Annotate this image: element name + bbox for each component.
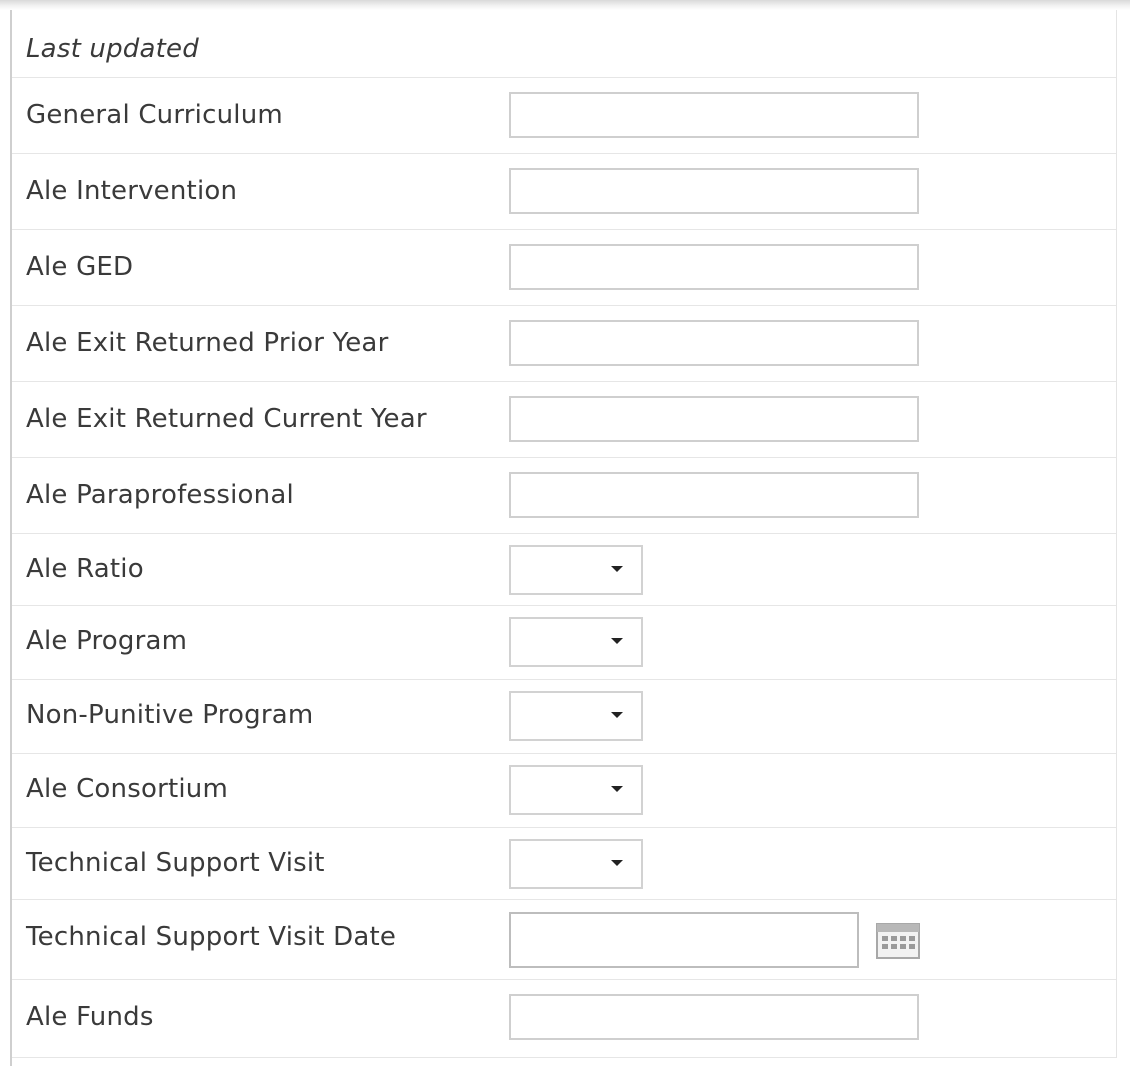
- field-row-ale-consortium: Ale Consortium: [12, 754, 1116, 828]
- field-row-technical-support-visit: Technical Support Visit: [12, 828, 1116, 900]
- field-label: General Curriculum: [26, 100, 283, 130]
- field-label: Ale Intervention: [26, 176, 238, 206]
- field-row-technical-support-visit-date: Technical Support Visit Date: [12, 900, 1116, 980]
- field-label: Ale Funds: [26, 1002, 154, 1032]
- field-label: Ale Exit Returned Current Year: [26, 404, 427, 434]
- chevron-down-icon: [611, 712, 623, 718]
- field-label: Ale Paraprofessional: [26, 480, 294, 510]
- field-row-non-punitive-program: Non-Punitive Program: [12, 680, 1116, 754]
- ale-ratio-select[interactable]: [509, 545, 643, 595]
- ale-details-form: Last updated General Curriculum Ale Inte…: [12, 10, 1117, 1058]
- field-label: Technical Support Visit: [26, 848, 325, 878]
- last-updated-label: Last updated: [26, 34, 199, 64]
- field-label: Ale Exit Returned Prior Year: [26, 328, 389, 358]
- field-label: Ale Program: [26, 626, 188, 656]
- field-label: Ale Consortium: [26, 774, 228, 804]
- field-row-ale-intervention: Ale Intervention: [12, 154, 1116, 230]
- field-row-general-curriculum: General Curriculum: [12, 78, 1116, 154]
- field-label: Ale GED: [26, 252, 134, 282]
- ale-exit-returned-current-year-input[interactable]: [509, 396, 919, 442]
- general-curriculum-input[interactable]: [509, 92, 919, 138]
- field-label: Technical Support Visit Date: [26, 922, 397, 952]
- ale-funds-input[interactable]: [509, 994, 919, 1040]
- top-edge-shadow: [0, 0, 1130, 10]
- ale-paraprofessional-input[interactable]: [509, 472, 919, 518]
- field-row-ale-funds: Ale Funds: [12, 980, 1116, 1058]
- chevron-down-icon: [611, 860, 623, 866]
- ale-consortium-select[interactable]: [509, 765, 643, 815]
- technical-support-visit-select[interactable]: [509, 839, 643, 889]
- field-label: Non-Punitive Program: [26, 700, 314, 730]
- calendar-icon[interactable]: [876, 923, 920, 959]
- field-row-ale-program: Ale Program: [12, 606, 1116, 680]
- chevron-down-icon: [611, 638, 623, 644]
- field-row-ale-paraprofessional: Ale Paraprofessional: [12, 458, 1116, 534]
- ale-program-select[interactable]: [509, 617, 643, 667]
- ale-intervention-input[interactable]: [509, 168, 919, 214]
- ale-exit-returned-prior-year-input[interactable]: [509, 320, 919, 366]
- field-label: Ale Ratio: [26, 554, 144, 584]
- chevron-down-icon: [611, 786, 623, 792]
- field-row-ale-exit-returned-prior-year: Ale Exit Returned Prior Year: [12, 306, 1116, 382]
- last-updated-row: Last updated: [12, 10, 1116, 78]
- chevron-down-icon: [611, 566, 623, 572]
- non-punitive-program-select[interactable]: [509, 691, 643, 741]
- field-row-ale-exit-returned-current-year: Ale Exit Returned Current Year: [12, 382, 1116, 458]
- technical-support-visit-date-input[interactable]: [509, 912, 859, 968]
- field-row-ale-ratio: Ale Ratio: [12, 534, 1116, 606]
- ale-ged-input[interactable]: [509, 244, 919, 290]
- field-row-ale-ged: Ale GED: [12, 230, 1116, 306]
